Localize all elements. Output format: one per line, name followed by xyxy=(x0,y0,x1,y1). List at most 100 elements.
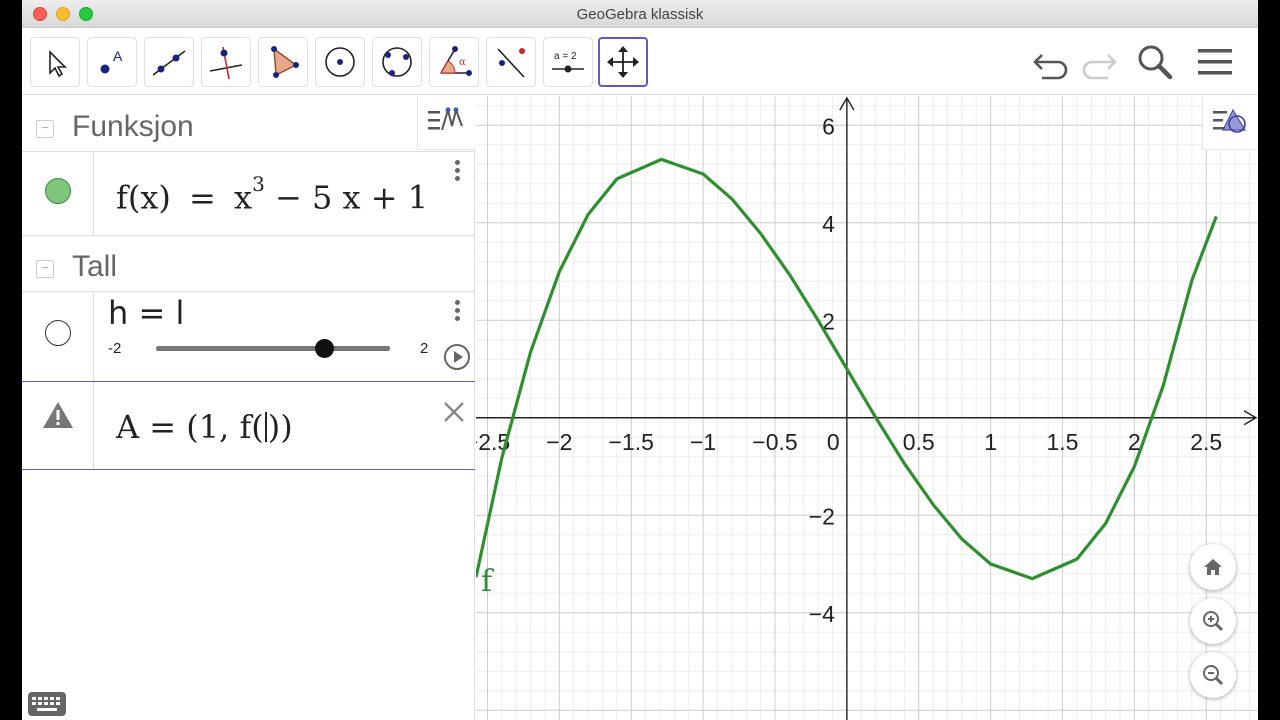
slider-tool-button[interactable]: a = 2 xyxy=(543,37,593,87)
menu-icon xyxy=(1198,49,1232,75)
function-item[interactable]: f(x) = x3 − 5 x + 1 xyxy=(22,152,475,236)
standard-view-button[interactable] xyxy=(1190,544,1236,590)
conic-tool-button[interactable] xyxy=(372,37,422,87)
conic-tool-icon xyxy=(382,47,412,77)
equals-sign: = xyxy=(189,178,216,217)
x-tick-label: 1 xyxy=(984,429,997,455)
home-icon xyxy=(1204,559,1222,575)
input-text-after-caret: )) xyxy=(267,408,293,446)
zoom-out-icon xyxy=(1203,665,1224,686)
x-tick-label: −2 xyxy=(546,429,572,455)
line-tool-button[interactable] xyxy=(144,37,194,87)
y-tick-label: −4 xyxy=(809,601,835,627)
angle-tool-icon: α xyxy=(440,46,472,76)
visibility-toggle-icon[interactable] xyxy=(45,178,71,204)
input-item[interactable]: A = (1, f()) xyxy=(22,382,475,470)
slider-item[interactable]: h = l -2 2 xyxy=(22,292,475,382)
x-tick-label: 0 xyxy=(827,429,840,455)
clear-input-icon[interactable] xyxy=(442,400,466,424)
window-title: GeoGebra klassisk xyxy=(576,6,704,23)
polygon-tool-button[interactable] xyxy=(258,37,308,87)
zoom-out-button[interactable] xyxy=(1190,652,1236,698)
marble-column xyxy=(22,292,94,381)
x-tick-label: 1.5 xyxy=(1047,429,1079,455)
polygon-tool-icon xyxy=(271,46,299,78)
slider-max-label: 2 xyxy=(420,340,429,357)
collapse-icon[interactable]: − xyxy=(36,120,54,138)
line-tool-icon xyxy=(152,50,186,76)
graphics-style-bar-button[interactable] xyxy=(1202,96,1258,150)
slider-definition[interactable]: h = l xyxy=(108,294,184,332)
function-label: f xyxy=(481,564,494,599)
item-menu-icon[interactable] xyxy=(455,300,461,324)
category-label: Tall xyxy=(72,250,118,283)
play-icon xyxy=(454,351,463,363)
redo-icon xyxy=(1082,54,1117,80)
search-button[interactable] xyxy=(1134,43,1176,83)
marble-column xyxy=(22,382,94,469)
graphics-canvas[interactable]: −2.5−2−1.5−1−0.500.511.522.5642−2−4f xyxy=(476,96,1258,720)
x-tick-label: −0.5 xyxy=(752,429,797,455)
circle-tool-icon xyxy=(325,47,355,77)
slider-tool-text: a = 2 xyxy=(554,51,577,62)
move-graphics-view-tool-button[interactable] xyxy=(598,37,648,87)
perpendicular-line-tool-icon xyxy=(209,46,243,80)
function-var: x xyxy=(234,178,253,217)
graphics-view[interactable]: −2.5−2−1.5−1−0.500.511.522.5642−2−4f xyxy=(476,96,1258,720)
x-tick-label: −1 xyxy=(690,429,716,455)
angle-tool-button[interactable]: α xyxy=(429,37,479,87)
y-tick-label: 4 xyxy=(822,211,835,237)
app-window: GeoGebra klassisk A α a = 2 − Funksjon f… xyxy=(22,0,1258,720)
warning-icon xyxy=(43,402,73,428)
point-tool-icon: A xyxy=(100,48,123,74)
reflect-tool-button[interactable] xyxy=(486,37,536,87)
collapse-icon[interactable]: − xyxy=(36,260,54,278)
toolbar: A α a = 2 xyxy=(22,29,1258,95)
angle-tool-letter: α xyxy=(459,57,466,68)
x-tick-label: −1.5 xyxy=(609,429,654,455)
search-icon xyxy=(1138,45,1173,80)
point-tool-letter: A xyxy=(113,48,123,64)
y-tick-label: 6 xyxy=(822,113,835,139)
y-tick-label: −2 xyxy=(809,503,835,529)
keyboard-icon xyxy=(32,697,60,711)
zoom-in-icon xyxy=(1203,611,1224,632)
graphics-style-bar-icon xyxy=(1213,108,1247,133)
category-label: Funksjon xyxy=(72,110,194,143)
perpendicular-line-tool-button[interactable] xyxy=(201,37,251,87)
zoom-in-button[interactable] xyxy=(1190,598,1236,644)
x-tick-label: 0.5 xyxy=(903,429,935,455)
function-arg: (x) xyxy=(127,178,171,217)
function-rest: − 5 x + 1 xyxy=(274,178,429,217)
marble-column xyxy=(22,152,94,235)
play-button[interactable] xyxy=(444,344,470,370)
slider-knob[interactable] xyxy=(315,339,335,358)
main-menu-button[interactable] xyxy=(1194,43,1236,83)
input-expression[interactable]: A = (1, f()) xyxy=(116,408,293,446)
move-graphics-view-tool-icon xyxy=(607,46,639,78)
algebra-view: − Funksjon f(x) = x3 − 5 x + 1 − Tall h … xyxy=(22,96,475,720)
category-tall[interactable]: − Tall xyxy=(22,236,475,292)
slider-tool-icon: a = 2 xyxy=(552,51,584,73)
text-caret xyxy=(264,412,267,442)
undo-icon xyxy=(1033,54,1068,80)
point-tool-button[interactable]: A xyxy=(87,37,137,87)
move-tool-button[interactable] xyxy=(30,37,80,87)
reflect-tool-icon xyxy=(497,48,525,78)
keyboard-button[interactable] xyxy=(28,692,66,716)
item-menu-icon[interactable] xyxy=(455,160,461,184)
circle-tool-button[interactable] xyxy=(315,37,365,87)
slider-min-label: -2 xyxy=(108,340,122,357)
input-text-before-caret: A = (1, f( xyxy=(116,408,264,446)
visibility-toggle-icon[interactable] xyxy=(45,320,71,346)
function-expression[interactable]: f(x) = x3 − 5 x + 1 xyxy=(116,172,429,217)
slider-track[interactable] xyxy=(156,339,390,358)
function-exponent: 3 xyxy=(252,172,265,196)
move-tool-icon xyxy=(49,50,67,78)
function-name: f xyxy=(116,178,128,217)
title-bar: GeoGebra klassisk xyxy=(22,0,1258,28)
x-tick-label: 2.5 xyxy=(1190,429,1222,455)
redo-button[interactable] xyxy=(1078,43,1120,83)
undo-button[interactable] xyxy=(1030,43,1072,83)
category-funksjon[interactable]: − Funksjon xyxy=(22,96,475,152)
